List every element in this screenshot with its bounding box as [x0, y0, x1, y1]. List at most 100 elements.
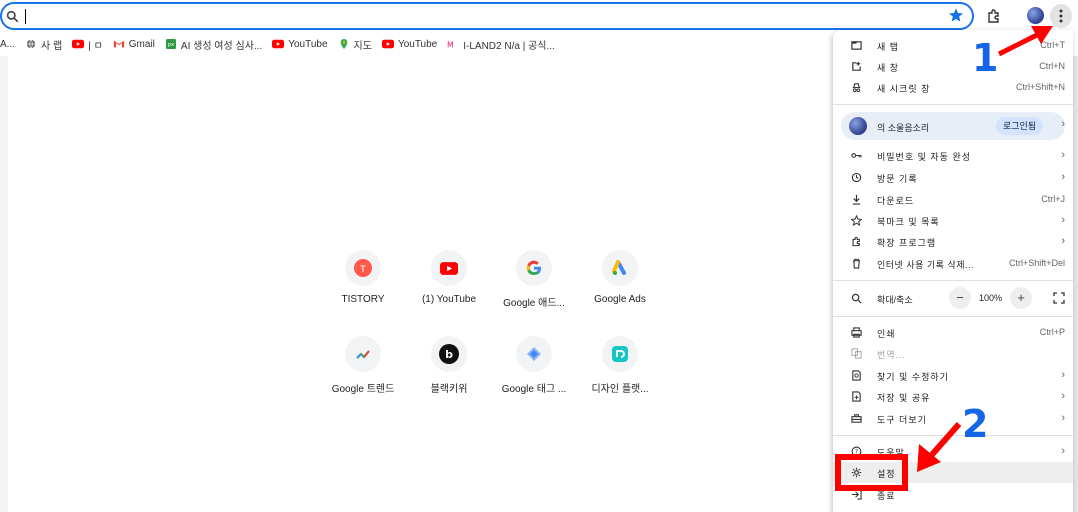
- annotation-step-2: 2: [962, 402, 989, 446]
- text-cursor: [25, 9, 26, 24]
- menu-item-save-share[interactable]: 저장 및 공유 ›: [833, 386, 1065, 407]
- chevron-right-icon: ›: [1061, 445, 1065, 457]
- chevron-right-icon: ›: [1061, 214, 1065, 226]
- menu-profile-row[interactable]: 의 소울음소리 로그인됨 ›: [841, 112, 1065, 140]
- google-ads-icon: [602, 250, 638, 286]
- shortcut-label: 디자인 플랫...: [591, 384, 649, 395]
- shortcut-tile[interactable]: Google 태그 ...: [492, 336, 576, 416]
- shortcut-tile[interactable]: Google Ads: [578, 250, 662, 330]
- menu-item-label: 저장 및 공유: [877, 393, 931, 403]
- chevron-right-icon: ›: [1061, 235, 1065, 247]
- px-icon: px: [165, 39, 176, 49]
- menu-item-label: 찾기 및 수정하기: [877, 372, 949, 382]
- menu-item-extensions[interactable]: 확장 프로그램 ›: [833, 231, 1065, 252]
- shortcut-tile[interactable]: 디자인 플랫...: [578, 336, 662, 416]
- google-icon: [516, 250, 552, 286]
- bookmark-item[interactable]: YouTube: [381, 38, 438, 50]
- bookmark-star-icon[interactable]: [948, 7, 964, 23]
- zoom-out-button[interactable]: −: [949, 287, 971, 309]
- chevron-right-icon: ›: [1061, 369, 1065, 381]
- bookmark-label: I-LAND2 N/a | 공식...: [463, 40, 555, 52]
- history-icon: [851, 172, 862, 183]
- bookmark-item[interactable]: | ㅁ: [72, 37, 103, 52]
- menu-item-downloads[interactable]: 다운로드 Ctrl+J: [833, 189, 1065, 210]
- address-input[interactable]: [30, 6, 930, 26]
- bookmark-label: YouTube: [397, 38, 438, 50]
- bookmark-item[interactable]: px AI 생성 여성 심사...: [165, 37, 262, 52]
- bookmark-label: A...: [0, 38, 16, 50]
- shortcut-tile[interactable]: T TISTORY: [321, 250, 405, 330]
- bookmark-label: 사 랩: [41, 40, 63, 52]
- menu-item-label: 인터넷 사용 기록 삭제...: [877, 260, 975, 270]
- shortcut-tile[interactable]: Google 애드...: [492, 250, 576, 330]
- chevron-right-icon: ›: [1061, 171, 1065, 183]
- menu-item-label: 번역...: [877, 350, 907, 360]
- translate-icon: [851, 348, 862, 359]
- tistory-icon: T: [345, 250, 381, 286]
- fullscreen-icon[interactable]: [1053, 292, 1065, 304]
- page-left-edge: [0, 56, 8, 512]
- shortcut-label: Google 트렌드: [331, 384, 395, 395]
- key-icon: [851, 153, 862, 158]
- menu-item-label: 새 탭: [877, 42, 900, 52]
- chevron-right-icon: ›: [1061, 118, 1065, 130]
- youtube-icon: [381, 39, 394, 49]
- bookmark-item[interactable]: YouTube: [272, 38, 328, 50]
- globe-icon: [26, 39, 36, 49]
- blackkiwi-icon: b: [431, 336, 467, 372]
- shortcut-label: (1) YouTube: [421, 294, 477, 305]
- svg-text:px: px: [168, 42, 174, 48]
- more-vertical-icon: [1059, 9, 1063, 23]
- menu-item-history[interactable]: 방문 기록 ›: [833, 167, 1065, 188]
- bookmarks-bar: A... 사 랩 | ㅁ Gmail px AI 생성 여성 심사... You…: [0, 34, 830, 54]
- menu-item-clear-browsing-data[interactable]: 인터넷 사용 기록 삭제... Ctrl+Shift+Del: [833, 253, 1065, 274]
- menu-item-bookmarks[interactable]: 북마크 및 목록 ›: [833, 210, 1065, 231]
- toolbox-icon: [851, 414, 862, 423]
- shortcut-tile[interactable]: (1) YouTube: [407, 250, 491, 330]
- menu-divider: [833, 104, 1073, 105]
- download-icon: [852, 194, 861, 205]
- shortcut-label: Google Ads: [594, 294, 646, 305]
- shortcut-text: Ctrl+J: [1041, 194, 1065, 204]
- bookmark-item[interactable]: A...: [0, 39, 15, 50]
- svg-text:b: b: [445, 348, 453, 361]
- menu-item-translate[interactable]: 번역...: [833, 343, 1065, 364]
- maps-icon: [340, 39, 347, 49]
- bookmark-item[interactable]: Gmail: [113, 39, 155, 50]
- new-window-icon: [852, 61, 861, 71]
- chevron-right-icon: ›: [1061, 412, 1065, 424]
- annotation-arrow-2: [917, 422, 962, 472]
- menu-divider: [833, 316, 1073, 317]
- bookmark-item[interactable]: M I-LAND2 N/a | 공식...: [447, 37, 555, 52]
- chevron-right-icon: ›: [1061, 390, 1065, 402]
- shortcut-label: Google 태그 ...: [501, 384, 567, 395]
- shortcut-tile[interactable]: Google 트렌드: [321, 336, 405, 416]
- shortcut-label: 블랙키위: [430, 384, 468, 395]
- shortcut-text: Ctrl+Shift+N: [1015, 82, 1065, 92]
- zoom-label: 확대/축소: [877, 295, 913, 305]
- bookmark-label: AI 생성 여성 심사...: [180, 40, 263, 52]
- menu-item-passwords[interactable]: 비밀번호 및 자동 완성 ›: [833, 145, 1065, 166]
- zoom-icon: [851, 293, 862, 304]
- address-bar[interactable]: [0, 2, 974, 30]
- menu-item-find-edit[interactable]: 찾기 및 수정하기 ›: [833, 365, 1065, 386]
- profile-name: 의 소울음소리: [877, 123, 930, 133]
- menu-item-label: 다운로드: [877, 196, 915, 206]
- bookmark-label: 지도: [353, 40, 372, 52]
- menu-item-new-incognito[interactable]: 새 시크릿 창 Ctrl+Shift+N: [833, 77, 1065, 98]
- menu-divider: [833, 280, 1073, 281]
- google-trends-icon: [345, 336, 381, 372]
- bookmark-item[interactable]: 사 랩: [25, 37, 62, 52]
- design-platform-icon: [602, 336, 638, 372]
- youtube-icon: [431, 250, 467, 286]
- zoom-in-button[interactable]: +: [1010, 287, 1032, 309]
- search-icon: [6, 10, 19, 23]
- menu-item-label: 북마크 및 목록: [877, 217, 940, 227]
- menu-item-print[interactable]: 인쇄 Ctrl+P: [833, 322, 1065, 343]
- shortcut-tile[interactable]: b 블랙키위: [407, 336, 491, 416]
- bookmark-label: YouTube: [288, 38, 328, 50]
- bookmark-item[interactable]: 지도: [338, 37, 372, 52]
- printer-icon: [851, 327, 862, 338]
- annotation-arrow-1: [997, 26, 1053, 57]
- shortcut-text: Ctrl+Shift+Del: [1008, 258, 1065, 268]
